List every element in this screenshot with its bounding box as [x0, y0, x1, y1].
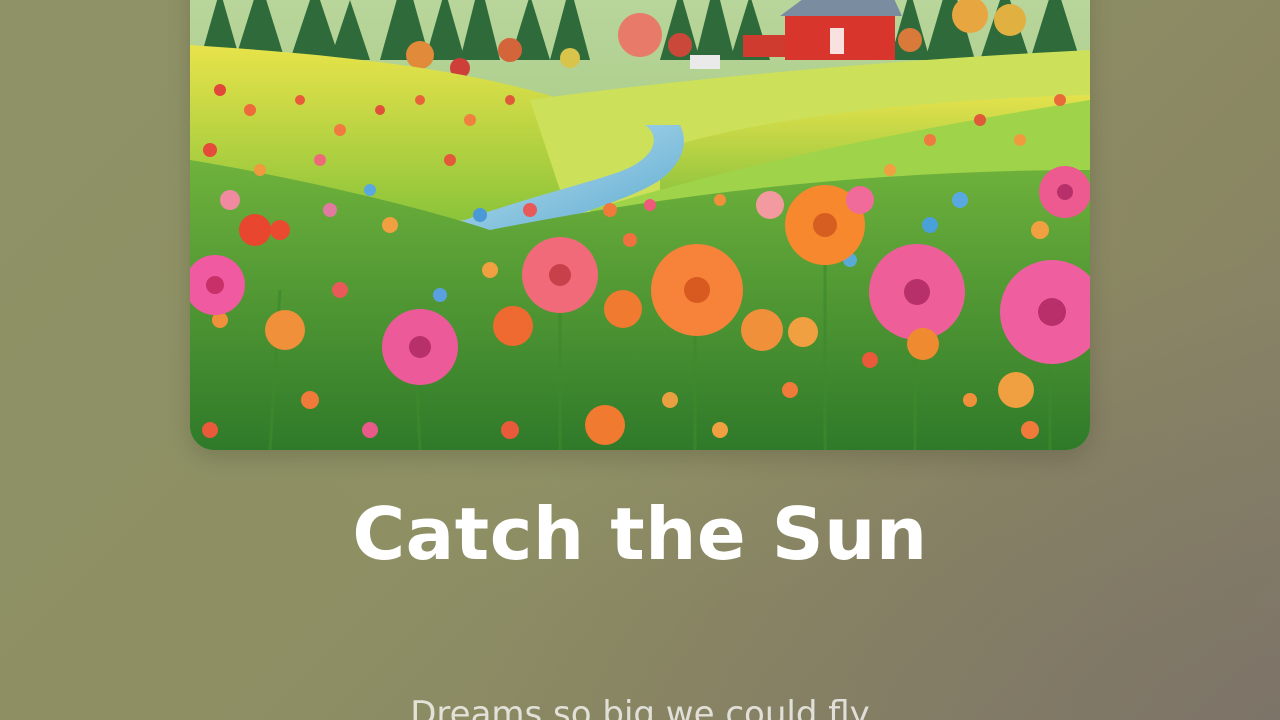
- lyric-line: Dreams so big we could fly: [410, 694, 870, 720]
- album-artwork-image: [190, 0, 1090, 450]
- track-title: Catch the Sun: [352, 492, 928, 576]
- album-artwork[interactable]: [190, 0, 1090, 450]
